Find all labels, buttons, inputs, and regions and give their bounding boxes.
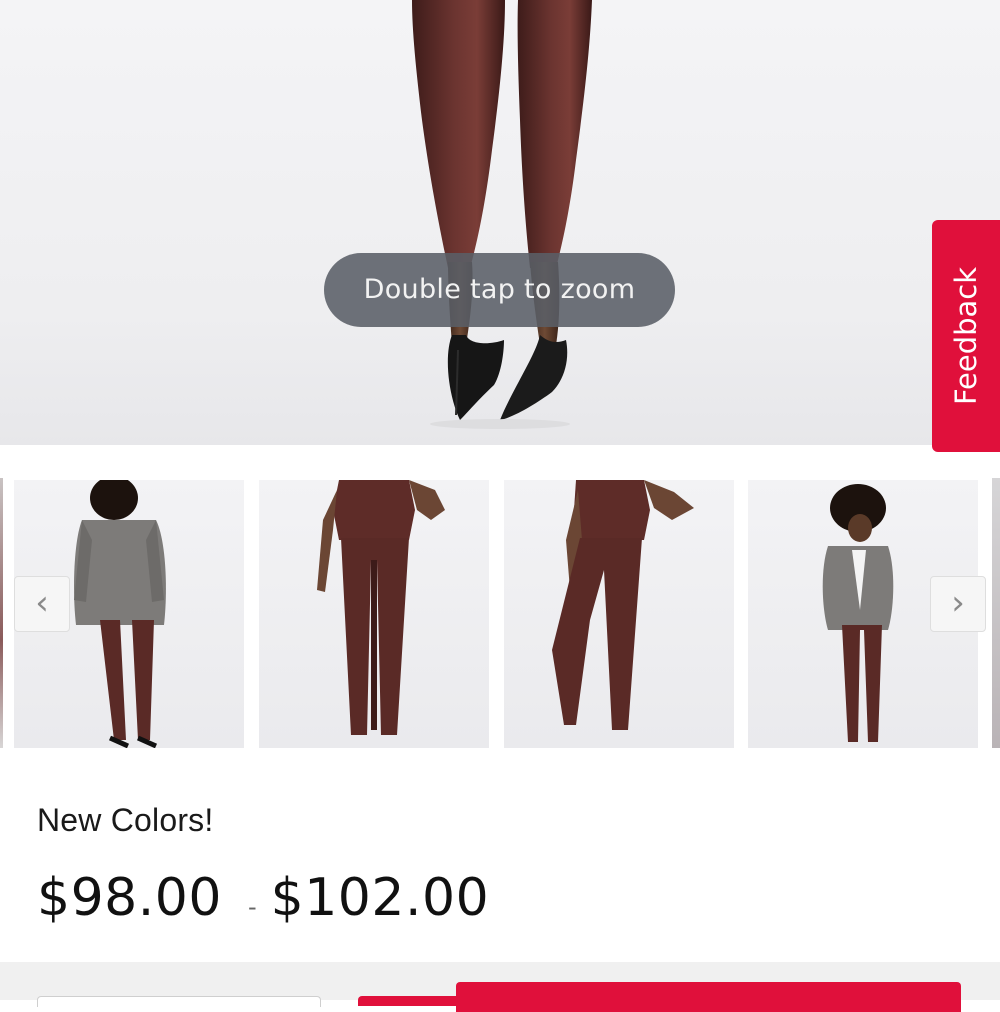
- thumbnail-carousel: [0, 478, 1000, 748]
- price-range: $98.00 - $102.00: [37, 868, 489, 932]
- size-select[interactable]: [37, 996, 321, 1007]
- product-hero-image[interactable]: Double tap to zoom: [0, 0, 1000, 445]
- zoom-hint-toast: Double tap to zoom: [324, 253, 675, 327]
- price-low: $98.00: [37, 868, 222, 928]
- add-to-bag-button-edge[interactable]: [358, 996, 456, 1006]
- chevron-left-icon: ‹: [35, 583, 49, 623]
- feedback-label: Feedback: [949, 266, 983, 406]
- chevron-right-icon: ›: [951, 583, 965, 623]
- add-to-bag-button[interactable]: [456, 982, 961, 1012]
- thumbnail-photo: [552, 480, 694, 730]
- thumbnail-photo: [317, 480, 445, 735]
- thumbnail-three-quarter[interactable]: [504, 480, 734, 748]
- price-separator: -: [247, 893, 257, 921]
- carousel-next-button[interactable]: ›: [930, 576, 986, 632]
- carousel-prev-button[interactable]: ‹: [14, 576, 70, 632]
- thumbnail-front[interactable]: [259, 480, 489, 748]
- hero-photo: [412, 0, 592, 429]
- feedback-button[interactable]: Feedback: [932, 220, 1000, 452]
- promo-text: New Colors!: [37, 802, 214, 838]
- thumbnail-partial-right[interactable]: [992, 478, 1000, 748]
- thumbnail-partial-left[interactable]: [0, 478, 3, 748]
- price-high: $102.00: [270, 868, 490, 928]
